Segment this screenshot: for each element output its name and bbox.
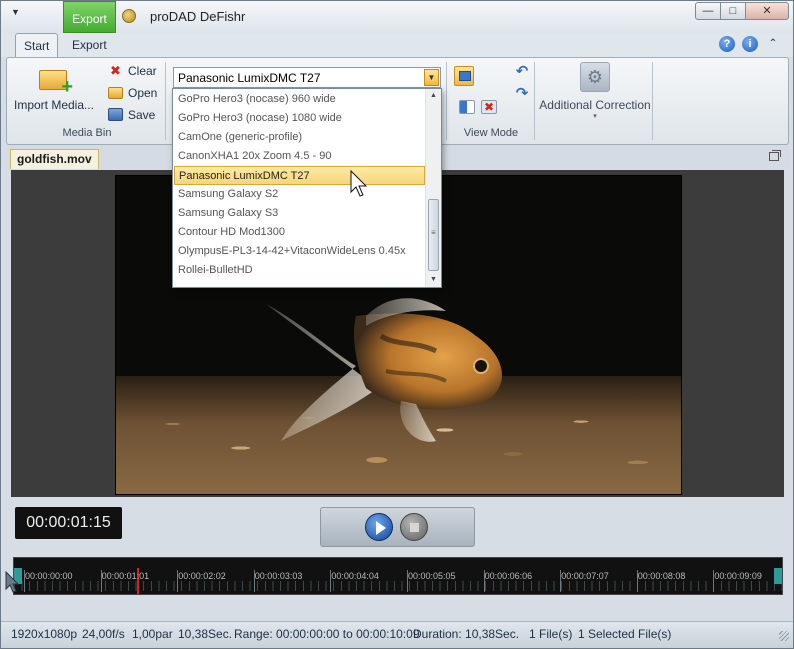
title-bar: ▼ Export proDAD DeFishr — □ ✕ [1, 1, 793, 33]
group-label-media-bin: Media Bin [62, 127, 112, 139]
timeline-tick-label: 00:00:07:07 [561, 571, 609, 581]
group-label-view-mode: View Mode [463, 127, 519, 139]
dropdown-item[interactable]: OlympusE-PL3-14-42+VitaconWideLens 0.45x [174, 242, 425, 261]
stop-button[interactable] [400, 513, 428, 541]
out-point-marker[interactable] [774, 568, 782, 584]
dropdown-item[interactable]: CamOne (generic-profile) [174, 128, 425, 147]
import-media-button[interactable]: + Import Media... [13, 64, 95, 120]
status-bar: 1920x1080p 24,00f/s 1,00par 10,38Sec. Ra… [1, 621, 793, 648]
tab-start[interactable]: Start [15, 33, 59, 58]
restore-window-icon[interactable] [769, 150, 781, 161]
view-mode-split-icon[interactable] [459, 100, 475, 114]
chevron-down-icon: ▾ [593, 113, 597, 120]
window-title: proDAD DeFishr [150, 9, 246, 24]
view-mode-single-icon[interactable] [454, 66, 474, 86]
group-separator [534, 62, 535, 140]
minimize-button[interactable]: — [695, 2, 721, 20]
tab-export[interactable]: Export [64, 33, 115, 56]
info-icon[interactable]: i [742, 36, 758, 52]
transport-controls [320, 507, 475, 547]
maximize-button[interactable]: □ [720, 2, 746, 20]
help-icon[interactable]: ? [719, 36, 735, 52]
timeline-tick-label: 00:00:00:00 [25, 571, 73, 581]
dropdown-item[interactable]: Samsung Galaxy S2 [174, 185, 425, 204]
dropdown-item[interactable]: Rollei-BulletHD [174, 261, 425, 280]
timeline-tick-label: 00:00:01:01 [101, 571, 150, 581]
redo-icon[interactable]: ↷ [513, 86, 531, 102]
folder-open-icon [108, 87, 123, 99]
clear-button[interactable]: ✖ Clear [108, 62, 168, 82]
document-tab[interactable]: goldfish.mov [10, 149, 99, 169]
camera-profile-value: Panasonic LumixDMC T27 [178, 71, 321, 85]
dropdown-item[interactable]: Contour HD Mod1300 [174, 223, 425, 242]
undo-icon[interactable]: ↶ [513, 64, 531, 80]
timeline-tick-label: 00:00:08:08 [637, 571, 686, 581]
dropdown-item[interactable]: GoPro Hero3 (nocase) 960 wide [174, 90, 425, 109]
camera-profile-combo[interactable]: Panasonic LumixDMC T27 ▼ [173, 67, 441, 88]
timeline-tick-label: 00:00:06:06 [484, 571, 533, 581]
open-label: Open [128, 86, 158, 100]
save-disk-icon [108, 108, 123, 121]
folder-add-icon: + [39, 66, 73, 97]
scroll-down-icon[interactable]: ▼ [426, 273, 441, 287]
save-button[interactable]: Save [108, 106, 168, 126]
status-length: 10,38Sec. [178, 627, 233, 641]
save-label: Save [128, 108, 156, 122]
status-fps: 24,00f/s [82, 627, 125, 641]
dropdown-scrollbar[interactable]: ▲ ▼ [425, 89, 441, 287]
scroll-thumb[interactable] [428, 199, 439, 271]
close-button[interactable]: ✕ [745, 2, 789, 20]
app-window: ▼ Export proDAD DeFishr — □ ✕ Start Expo… [0, 0, 794, 649]
scroll-up-icon[interactable]: ▲ [426, 89, 441, 103]
timeline-tick-label: 00:00:05:05 [408, 571, 456, 581]
context-tab-export[interactable]: Export [63, 1, 116, 33]
timeline-tick-label: 00:00:02:02 [178, 571, 226, 581]
status-files: 1 File(s) [529, 627, 573, 641]
status-duration: Duration: 10,38Sec. [413, 627, 520, 641]
status-range: Range: 00:00:00:00 to 00:00:10:09 [234, 627, 420, 641]
import-media-label: Import Media... [13, 98, 95, 112]
additional-correction-label: Additional Correction [539, 98, 651, 112]
cursor-arrow-icon [5, 571, 19, 593]
view-mode-compare-icon[interactable]: ✖ [481, 100, 497, 114]
status-par: 1,00par [132, 627, 173, 641]
camera-profile-dropdown[interactable]: ▲ ▼ GoPro Hero3 (nocase) 960 wideGoPro H… [172, 88, 442, 288]
dropdown-item[interactable]: Samsung Galaxy S3 [174, 204, 425, 223]
group-separator [165, 62, 166, 140]
chevron-down-icon[interactable]: ▼ [424, 69, 439, 86]
group-separator [446, 62, 447, 140]
ribbon-tab-row: Start Export ? i ⌃ [1, 33, 793, 58]
timeline-ruler [14, 581, 784, 591]
clear-label: Clear [128, 64, 157, 78]
open-button[interactable]: Open [108, 84, 168, 104]
collapse-ribbon-icon[interactable]: ⌃ [765, 36, 781, 52]
gear-icon: ⚙ [580, 62, 610, 92]
status-selected: 1 Selected File(s) [578, 627, 672, 641]
timeline-tick-label: 00:00:04:04 [331, 571, 379, 581]
timeline-tick-label: 00:00:09:09 [714, 571, 762, 581]
clear-x-icon: ✖ [110, 63, 121, 78]
dropdown-item[interactable]: CanonXHA1 20x Zoom 4.5 - 90 [174, 147, 425, 166]
quick-access-dropdown-icon[interactable]: ▼ [11, 7, 20, 17]
additional-correction-button[interactable]: ⚙ Additional Correction ▾ [539, 62, 651, 124]
app-logo-icon [122, 9, 136, 23]
status-resolution: 1920x1080p [11, 627, 78, 641]
mouse-pointer-icon [350, 170, 368, 197]
timeline[interactable]: 00:00:00:00 00:00:01:01 00:00:02:02 00:00:0… [13, 557, 784, 595]
dropdown-item[interactable]: Panasonic LumixDMC T27 [174, 166, 425, 185]
timecode-display: 00:00:01:15 [15, 507, 122, 539]
play-button[interactable] [365, 513, 393, 541]
group-separator [652, 62, 653, 140]
resize-grip[interactable] [779, 631, 789, 641]
timeline-tick-label: 00:00:03:03 [254, 571, 303, 581]
dropdown-item[interactable]: GoPro Hero3 (nocase) 1080 wide [174, 109, 425, 128]
